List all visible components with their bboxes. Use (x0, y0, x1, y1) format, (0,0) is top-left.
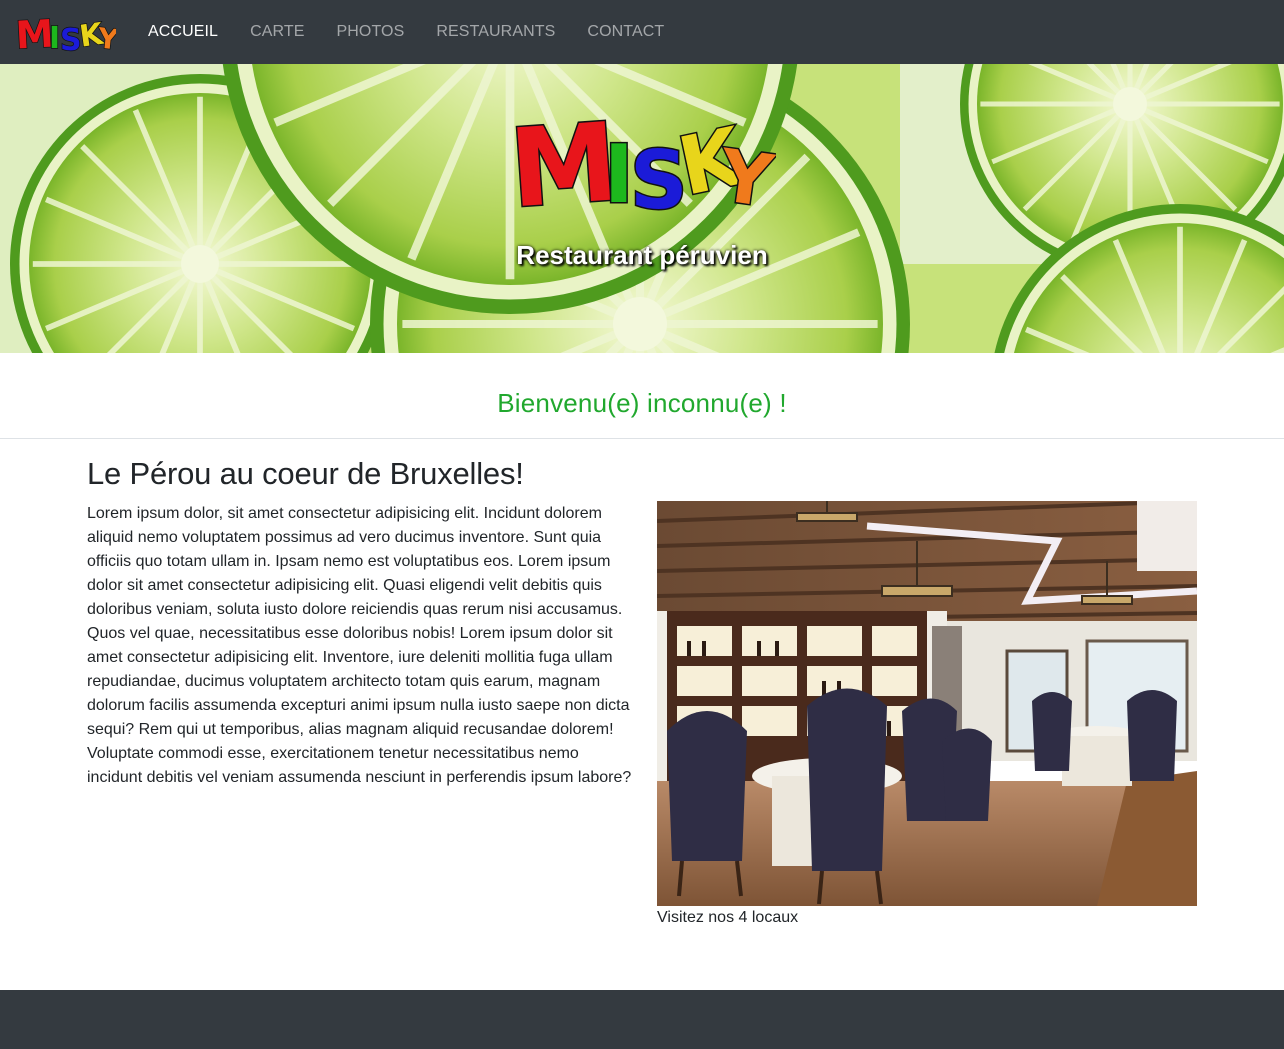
main-nav: ACCUEIL CARTE PHOTOS RESTAURANTS CONTACT (132, 0, 680, 64)
welcome-message: Bienvenu(e) inconnu(e) ! (497, 388, 787, 418)
nav-link-photos[interactable]: PHOTOS (321, 0, 421, 64)
hero-banner: M I S K Y Restaurant péruvien (0, 64, 1284, 353)
hero-misky-logo: M I S K Y (508, 104, 776, 214)
welcome-section: Bienvenu(e) inconnu(e) ! (0, 353, 1284, 439)
image-caption: Visitez nos 4 locaux (657, 909, 799, 926)
hero-subtitle: Restaurant péruvien (516, 240, 768, 270)
svg-text:I: I (49, 21, 60, 54)
nav-link-carte[interactable]: CARTE (234, 0, 320, 64)
nav-link-accueil[interactable]: ACCUEIL (132, 0, 234, 64)
brand-logo[interactable]: M I S K Y (16, 10, 116, 54)
nav-link-contact[interactable]: CONTACT (571, 0, 680, 64)
footer (0, 990, 1284, 1049)
intro-paragraph: Lorem ipsum dolor, sit amet consectetur … (87, 505, 632, 786)
nav-link-restaurants[interactable]: RESTAURANTS (420, 0, 571, 64)
page-title: Le Pérou au coeur de Bruxelles! (87, 456, 524, 491)
restaurant-interior-image (657, 501, 1197, 906)
navbar: M I S K Y ACCUEIL CARTE PHOTOS RESTAURAN… (0, 0, 1284, 64)
svg-text:Y: Y (95, 21, 116, 54)
